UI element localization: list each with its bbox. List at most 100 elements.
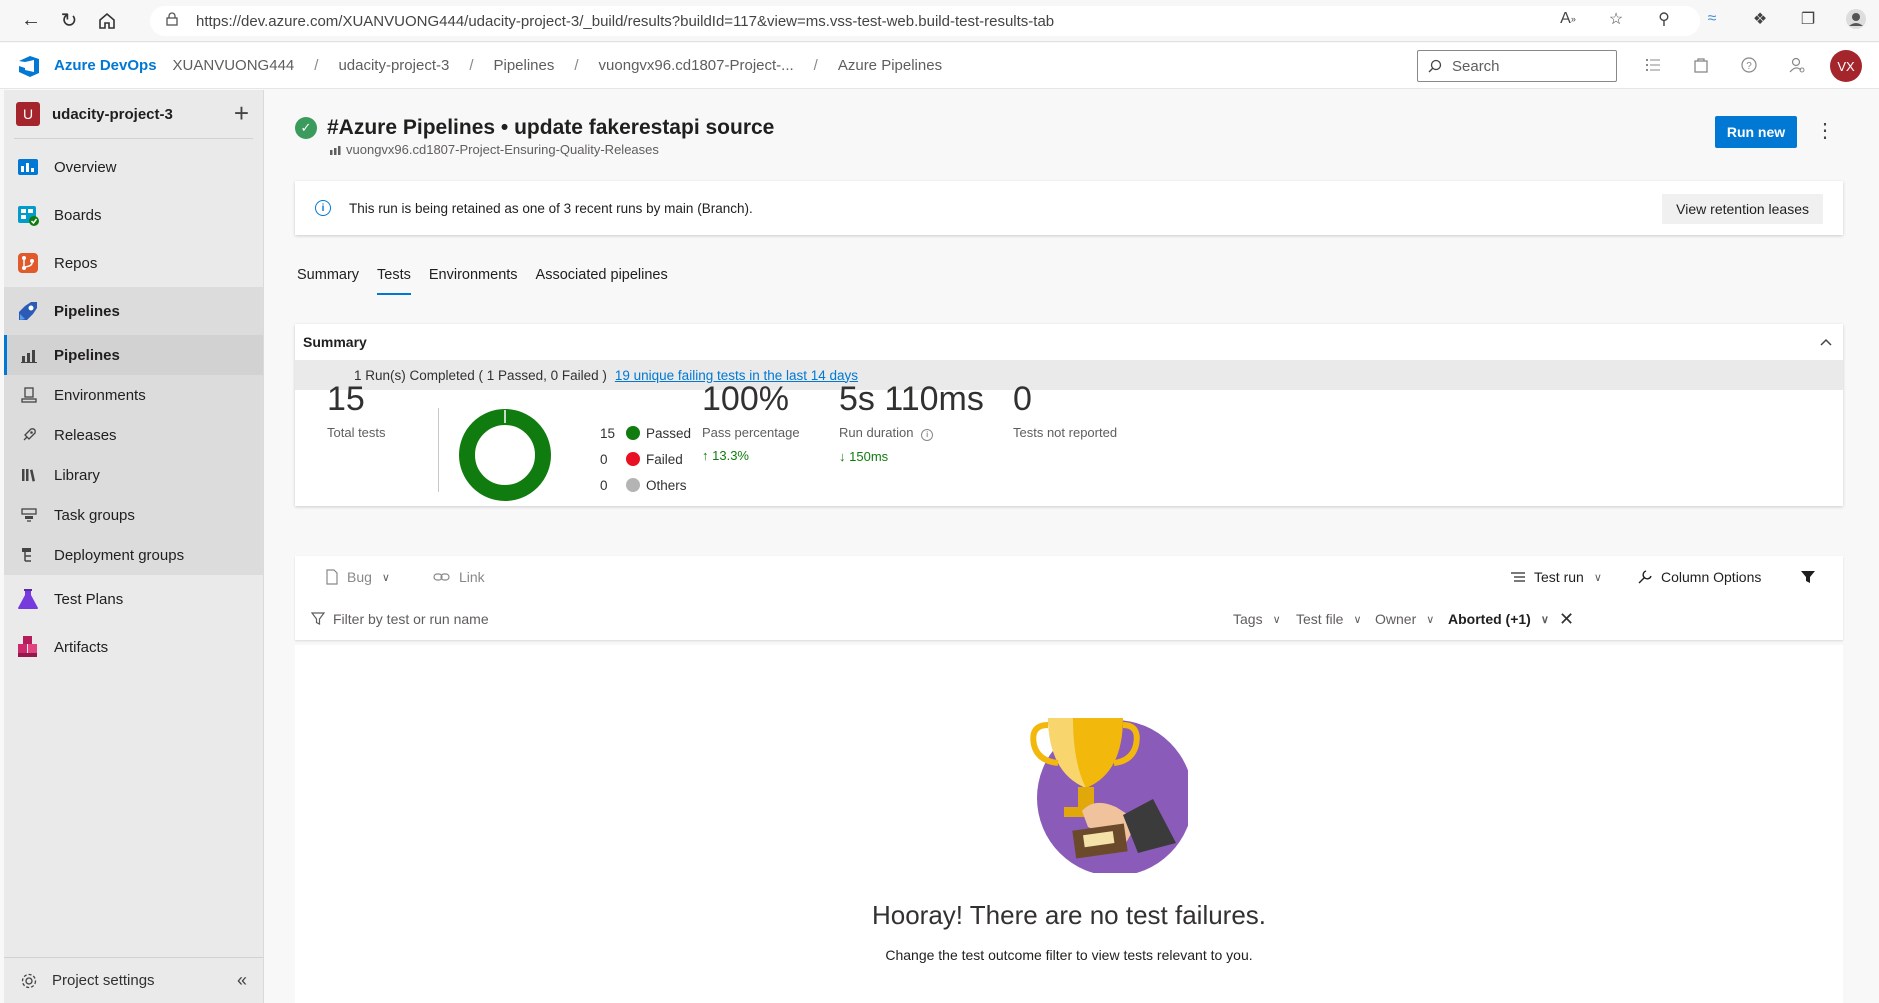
sidebar-item-artifacts[interactable]: Artifacts	[4, 623, 263, 671]
sidebar-item-repos[interactable]: Repos	[4, 239, 263, 287]
deployment-groups-icon	[20, 546, 38, 564]
test-file-dropdown[interactable]: Test file ∨	[1296, 611, 1362, 627]
group-by-icon	[1511, 572, 1525, 582]
not-reported-label: Tests not reported	[1013, 425, 1118, 440]
search-input[interactable]: Search	[1417, 50, 1617, 82]
sidebar-subitem-environments[interactable]: Environments	[4, 375, 263, 415]
summary-header[interactable]: Summary	[295, 324, 1843, 360]
pass-percentage-label: Pass percentage	[702, 425, 800, 440]
brand-name[interactable]: Azure DevOps	[54, 57, 157, 74]
owner-dropdown[interactable]: Owner ∨	[1375, 611, 1434, 627]
link-button[interactable]: Link	[433, 569, 485, 585]
legend-others: 0 Others	[600, 477, 687, 493]
breadcrumb-project[interactable]: udacity-project-3	[338, 57, 449, 74]
tab-associated-pipelines[interactable]: Associated pipelines	[536, 267, 668, 295]
passed-dot-icon	[626, 426, 640, 440]
more-options-icon[interactable]: ⋮	[1815, 118, 1835, 143]
run-duration-value: 5s 110ms	[839, 380, 984, 418]
help-icon[interactable]: ?	[1736, 52, 1762, 78]
pipelines-sub-icon	[20, 346, 38, 364]
pipeline-link[interactable]: vuongvx96.cd1807-Project-Ensuring-Qualit…	[330, 142, 659, 157]
releases-icon	[20, 426, 38, 444]
filter-funnel-icon	[311, 612, 325, 625]
legend-failed: 0 Failed	[600, 451, 683, 467]
breadcrumb-run[interactable]: Azure Pipelines	[838, 57, 942, 74]
user-settings-icon[interactable]	[1784, 52, 1810, 78]
environments-icon	[20, 386, 38, 404]
filter-toggle-icon[interactable]	[1800, 569, 1816, 585]
tab-summary[interactable]: Summary	[297, 267, 359, 295]
sidebar-item-test-plans[interactable]: Test Plans	[4, 575, 263, 623]
collapse-sidebar-icon[interactable]: «	[237, 970, 247, 991]
info-small-icon[interactable]: i	[921, 429, 934, 441]
project-header[interactable]: U udacity-project-3 +	[4, 90, 263, 138]
test-summary-card: Summary 1 Run(s) Completed ( 1 Passed, 0…	[295, 324, 1843, 506]
column-options-button[interactable]: Column Options	[1637, 569, 1761, 585]
test-plans-icon	[16, 587, 40, 611]
collections-icon[interactable]: ❐	[1795, 6, 1821, 32]
test-run-dropdown[interactable]: Test run ∨	[1510, 569, 1602, 585]
chevron-down-icon: ∨	[1593, 571, 1602, 584]
sidebar-item-overview[interactable]: Overview	[4, 143, 263, 191]
artifacts-icon	[16, 635, 40, 659]
pass-percentage-metric: 100% Pass percentage ↑ 13.3%	[702, 380, 800, 463]
project-settings-link[interactable]: Project settings «	[4, 957, 263, 1003]
library-icon	[20, 466, 38, 484]
info-icon: i	[315, 200, 331, 216]
left-sidebar: U udacity-project-3 + Overview Boards Re…	[4, 90, 264, 1003]
lock-icon	[166, 12, 182, 30]
sidebar-subitem-deployment-groups[interactable]: Deployment groups	[4, 535, 263, 575]
legend-passed: 15 Passed	[600, 425, 692, 441]
run-duration-metric: 5s 110ms Run duration i ↓ 150ms	[839, 380, 984, 464]
home-icon[interactable]	[88, 2, 126, 40]
breadcrumb-pipelines[interactable]: Pipelines	[494, 57, 555, 74]
sidebar-item-boards[interactable]: Boards	[4, 191, 263, 239]
user-avatar[interactable]: VX	[1830, 50, 1862, 82]
add-icon[interactable]: +	[234, 100, 249, 126]
retention-text: This run is being retained as one of 3 r…	[349, 200, 753, 216]
back-icon[interactable]: ←	[12, 2, 50, 40]
read-aloud-icon[interactable]: A»	[1555, 6, 1581, 32]
overview-icon	[16, 155, 40, 179]
view-retention-leases-button[interactable]: View retention leases	[1662, 194, 1823, 224]
breadcrumb-pipeline[interactable]: vuongvx96.cd1807-Project-...	[599, 57, 794, 74]
azure-devops-logo[interactable]	[16, 53, 42, 79]
refresh-icon[interactable]: ↻	[50, 2, 88, 40]
clear-filters-icon[interactable]: ✕	[1559, 609, 1574, 630]
key-icon[interactable]: ⚲	[1651, 6, 1677, 32]
sidebar-subitem-releases[interactable]: Releases	[4, 415, 263, 455]
pass-percentage-value: 100%	[702, 380, 789, 418]
run-tabs: Summary Tests Environments Associated pi…	[297, 267, 668, 295]
outcome-donut-chart	[459, 409, 551, 501]
outcome-dropdown[interactable]: Aborted (+1) ∨	[1448, 611, 1549, 627]
run-duration-label: Run duration i	[839, 425, 984, 441]
profile-icon[interactable]	[1843, 6, 1869, 32]
chevron-down-icon: ∨	[1272, 613, 1281, 626]
breadcrumb-org[interactable]: XUANVUONG444	[173, 57, 295, 74]
success-check-icon: ✓	[295, 117, 317, 139]
marketplace-bag-icon[interactable]	[1688, 52, 1714, 78]
tab-environments[interactable]: Environments	[429, 267, 518, 295]
repos-icon	[16, 251, 40, 275]
address-bar[interactable]: https://dev.azure.com/XUANVUONG444/udaci…	[150, 6, 1700, 36]
chevron-up-icon[interactable]	[1819, 334, 1833, 350]
run-new-button[interactable]: Run new	[1715, 116, 1797, 148]
favorite-icon[interactable]: ☆	[1603, 6, 1629, 32]
run-duration-delta: ↓ 150ms	[839, 449, 889, 464]
puzzle-icon[interactable]: ❖	[1747, 6, 1773, 32]
tags-dropdown[interactable]: Tags ∨	[1233, 611, 1281, 627]
chevron-down-icon: ∨	[1426, 613, 1435, 626]
run-title-text: #Azure Pipelines • update fakerestapi so…	[327, 116, 775, 139]
tab-tests[interactable]: Tests	[377, 267, 411, 295]
sidebar-subitem-pipelines[interactable]: Pipelines	[4, 335, 263, 375]
sidebar-item-pipelines[interactable]: Pipelines	[4, 287, 263, 335]
filter-row: Filter by test or run name Tags ∨ Test f…	[295, 598, 1843, 640]
link-icon	[433, 573, 450, 581]
bug-button[interactable]: Bug ∨	[325, 569, 390, 585]
sidebar-subitem-library[interactable]: Library	[4, 455, 263, 495]
boards-icon	[16, 203, 40, 227]
extension-icon[interactable]: ≈	[1699, 6, 1725, 32]
task-list-icon[interactable]	[1640, 52, 1666, 78]
filter-input[interactable]: Filter by test or run name	[311, 611, 489, 627]
sidebar-subitem-task-groups[interactable]: Task groups	[4, 495, 263, 535]
